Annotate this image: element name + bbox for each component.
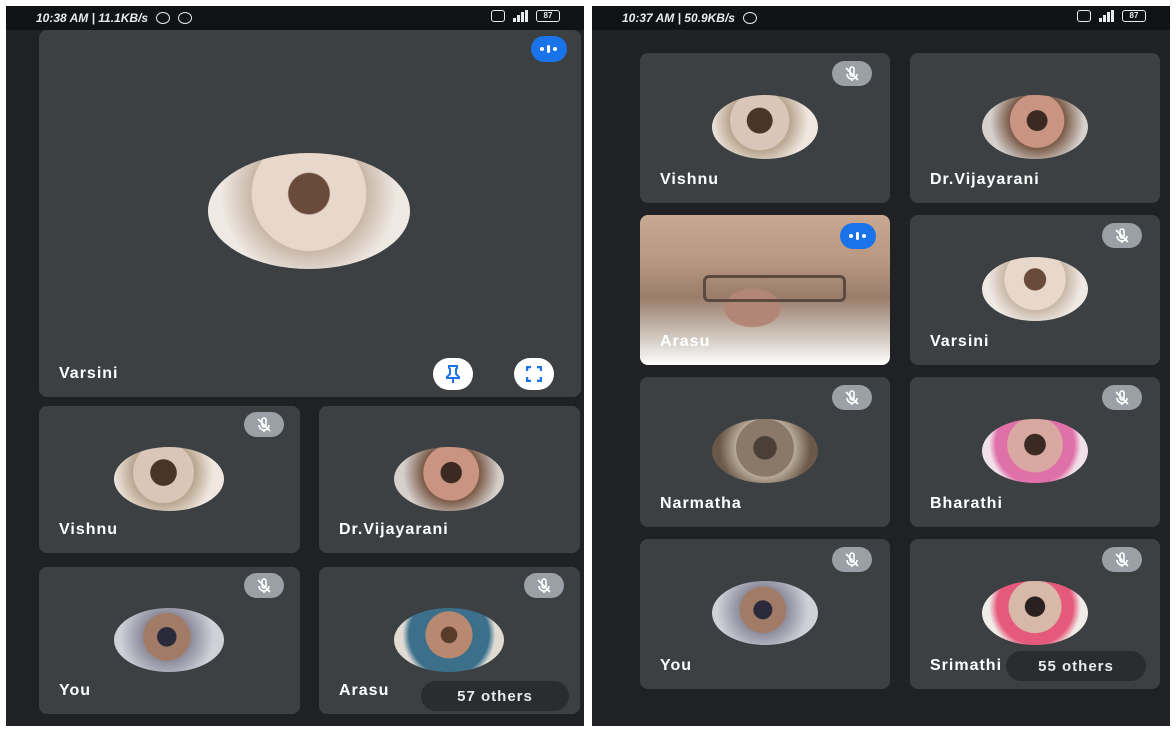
battery-icon: 87: [536, 10, 560, 22]
signal-icon: [1099, 10, 1114, 22]
participant-name: Narmatha: [660, 495, 742, 512]
avatar: [982, 257, 1088, 321]
participant-name: Varsini: [930, 333, 990, 350]
participant-name: Bharathi: [930, 495, 1003, 512]
status-time: 10:38 AM | 11.1KB/s: [36, 11, 149, 25]
featured-participant-tile[interactable]: Varsini: [39, 30, 581, 397]
muted-mic-icon: [244, 412, 284, 437]
vowifi-icon: [1077, 10, 1091, 22]
alarm-icon: [156, 12, 171, 24]
status-time: 10:37 AM | 50.9KB/s: [622, 11, 735, 25]
participant-tile[interactable]: You: [39, 567, 300, 714]
alarm-icon: [742, 12, 757, 24]
participant-name: Vishnu: [660, 171, 720, 188]
pin-icon: [446, 365, 460, 383]
avatar: [712, 419, 818, 483]
avatar: [394, 447, 504, 511]
participant-name: You: [660, 657, 693, 674]
avatar: [114, 447, 224, 511]
signal-icon: [513, 10, 528, 22]
participant-name: Dr.Vijayarani: [930, 171, 1040, 188]
avatar: [712, 95, 818, 159]
fullscreen-button[interactable]: [514, 358, 554, 390]
participant-tile-video[interactable]: Arasu: [640, 215, 890, 365]
participant-name: Arasu: [339, 682, 390, 699]
participant-tile[interactable]: Arasu 57 others: [319, 567, 580, 714]
muted-mic-icon: [832, 547, 872, 572]
muted-mic-icon: [1102, 223, 1142, 248]
participant-name: Varsini: [59, 365, 119, 382]
speaking-indicator-icon: [531, 36, 567, 62]
muted-mic-icon: [832, 385, 872, 410]
muted-mic-icon: [832, 61, 872, 86]
participant-tile[interactable]: Dr.Vijayarani: [910, 53, 1160, 203]
avatar: [982, 95, 1088, 159]
muted-mic-icon: [1102, 547, 1142, 572]
battery-icon: 87: [1122, 10, 1146, 22]
avatar: [982, 419, 1088, 483]
participant-name: Arasu: [660, 333, 711, 350]
participant-name: Vishnu: [59, 521, 119, 538]
participant-tile[interactable]: Varsini: [910, 215, 1160, 365]
muted-mic-icon: [244, 573, 284, 598]
others-count-button[interactable]: 57 others: [421, 681, 569, 711]
vowifi-icon: [491, 10, 505, 22]
participant-tile[interactable]: Narmatha: [640, 377, 890, 527]
status-bar: 10:37 AM | 50.9KB/s 87: [592, 6, 1170, 30]
speaking-indicator-icon: [840, 223, 876, 249]
avatar: [114, 608, 224, 672]
others-count-button[interactable]: 55 others: [1006, 651, 1146, 681]
participant-tile[interactable]: Vishnu: [640, 53, 890, 203]
participant-name: Dr.Vijayarani: [339, 521, 449, 538]
avatar: [712, 581, 818, 645]
participant-tile[interactable]: Vishnu: [39, 406, 300, 553]
muted-mic-icon: [1102, 385, 1142, 410]
left-phone-screen: 10:38 AM | 11.1KB/s 87 Varsini Vishnu Dr…: [6, 6, 584, 726]
status-bar: 10:38 AM | 11.1KB/s 87: [6, 6, 584, 30]
participant-tile[interactable]: Dr.Vijayarani: [319, 406, 580, 553]
pin-button[interactable]: [433, 358, 473, 390]
avatar: [208, 153, 410, 269]
avatar: [982, 581, 1088, 645]
fullscreen-icon: [526, 366, 542, 382]
muted-mic-icon: [524, 573, 564, 598]
avatar: [394, 608, 504, 672]
participant-name: Srimathi: [930, 657, 1003, 674]
right-phone-screen: 10:37 AM | 50.9KB/s 87 Vishnu Dr.Vijayar…: [592, 6, 1170, 726]
participant-tile[interactable]: Bharathi: [910, 377, 1160, 527]
participant-name: You: [59, 682, 92, 699]
participant-tile[interactable]: You: [640, 539, 890, 689]
headphones-icon: [178, 12, 193, 24]
participant-tile[interactable]: Srimathi 55 others: [910, 539, 1160, 689]
